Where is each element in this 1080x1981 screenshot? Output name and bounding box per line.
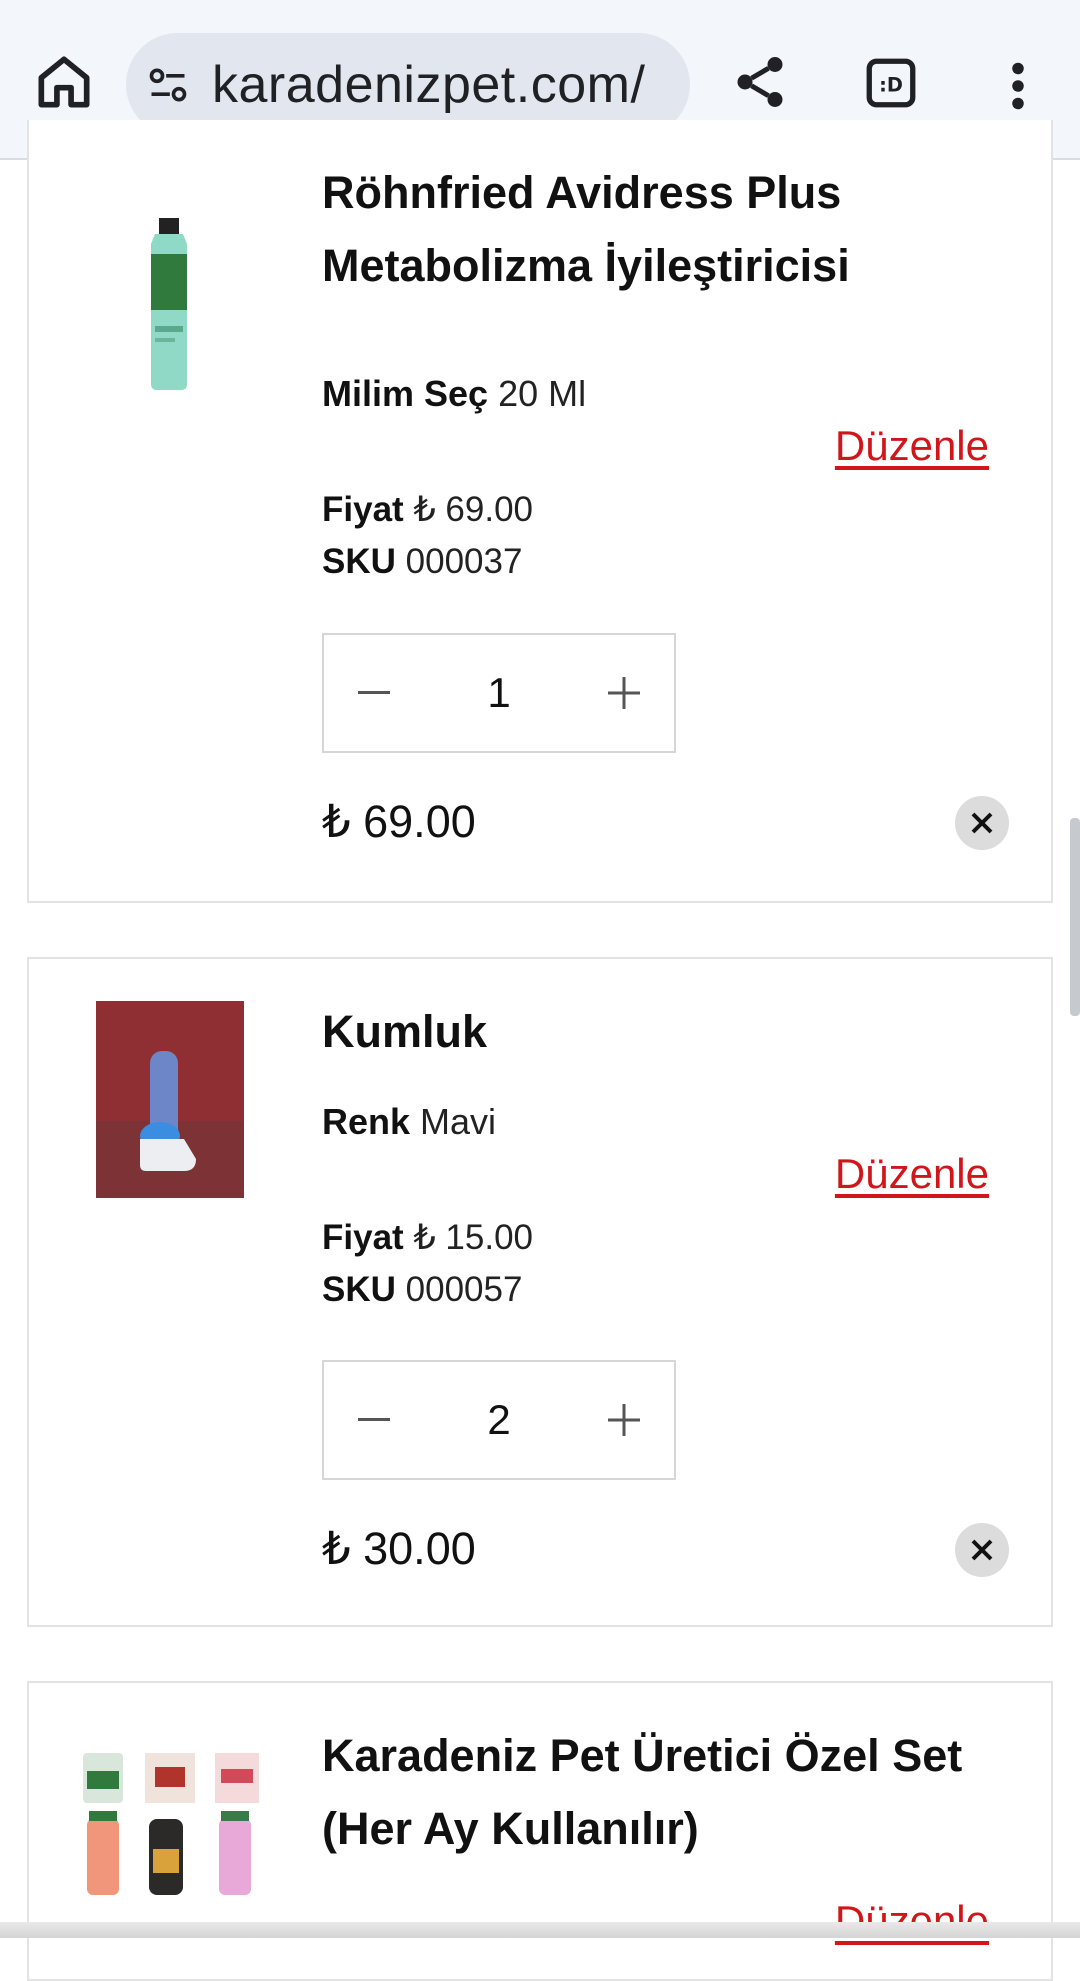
- quantity-stepper: 1: [322, 633, 676, 753]
- line-total: ₺ 30.00: [322, 1523, 476, 1574]
- minus-icon[interactable]: [324, 635, 424, 751]
- product-title[interactable]: Röhnfried Avidress Plus Metabolizma İyil…: [322, 156, 1022, 302]
- bottom-edge: [0, 1922, 1080, 1938]
- scrollbar-thumb[interactable]: [1070, 818, 1080, 1016]
- sku-label: SKU: [322, 1270, 396, 1309]
- product-title[interactable]: Kumluk: [322, 995, 1022, 1068]
- svg-text::D: :D: [879, 73, 903, 96]
- edit-link[interactable]: Düzenle: [835, 1150, 989, 1198]
- option-label: Renk: [322, 1101, 411, 1142]
- edit-link[interactable]: Düzenle: [835, 422, 989, 470]
- more-vert-icon[interactable]: [1000, 56, 1036, 116]
- product-image[interactable]: [96, 1001, 244, 1198]
- close-icon: [971, 812, 993, 834]
- sku-value: 000057: [405, 1270, 523, 1309]
- product-title-line[interactable]: (Her Ay Kullanılır): [322, 1792, 1022, 1865]
- cart-item: Röhnfried Avidress Plus Metabolizma İyil…: [27, 120, 1053, 903]
- product-title-line[interactable]: Kumluk: [322, 995, 1022, 1068]
- product-image[interactable]: [137, 218, 201, 390]
- price-value: ₺ 69.00: [413, 490, 534, 529]
- price-value: ₺ 15.00: [413, 1218, 534, 1257]
- product-option: Milim Seç 20 Ml: [322, 373, 586, 415]
- tab-switcher-icon[interactable]: :D: [862, 54, 920, 112]
- sku-value: 000037: [405, 542, 523, 581]
- option-label: Milim Seç: [322, 373, 489, 414]
- remove-item-button[interactable]: [955, 796, 1009, 850]
- site-settings-icon[interactable]: [146, 63, 190, 107]
- quantity-stepper: 2: [322, 1360, 676, 1480]
- close-icon: [971, 1539, 993, 1561]
- product-meta: Fiyat ₺ 15.00 SKU 000057: [322, 1212, 533, 1316]
- plus-icon[interactable]: [574, 1362, 674, 1478]
- line-total: ₺ 69.00: [322, 796, 476, 847]
- product-title-line[interactable]: Karadeniz Pet Üretici Özel Set: [322, 1719, 1022, 1792]
- product-option: Renk Mavi: [322, 1101, 496, 1143]
- price-label: Fiyat: [322, 490, 404, 529]
- quantity-input[interactable]: 2: [424, 1362, 574, 1478]
- share-icon[interactable]: [730, 52, 790, 112]
- remove-item-button[interactable]: [955, 1523, 1009, 1577]
- product-image[interactable]: [81, 1749, 261, 1899]
- option-value: 20 Ml: [498, 373, 587, 414]
- product-title-line[interactable]: Röhnfried Avidress Plus: [322, 156, 1022, 229]
- plus-icon[interactable]: [574, 635, 674, 751]
- product-title[interactable]: Karadeniz Pet Üretici Özel Set (Her Ay K…: [322, 1719, 1022, 1865]
- product-meta: Fiyat ₺ 69.00 SKU 000037: [322, 484, 533, 588]
- minus-icon[interactable]: [324, 1362, 424, 1478]
- url-text[interactable]: karadenizpet.com/: [212, 55, 645, 115]
- option-value: Mavi: [420, 1101, 497, 1142]
- price-label: Fiyat: [322, 1218, 404, 1257]
- cart-item: Kumluk Renk Mavi Düzenle Fiyat ₺ 15.00 S…: [27, 957, 1053, 1627]
- home-icon[interactable]: [30, 48, 98, 116]
- sku-label: SKU: [322, 542, 396, 581]
- product-title-line[interactable]: Metabolizma İyileştiricisi: [322, 229, 1022, 302]
- quantity-input[interactable]: 1: [424, 635, 574, 751]
